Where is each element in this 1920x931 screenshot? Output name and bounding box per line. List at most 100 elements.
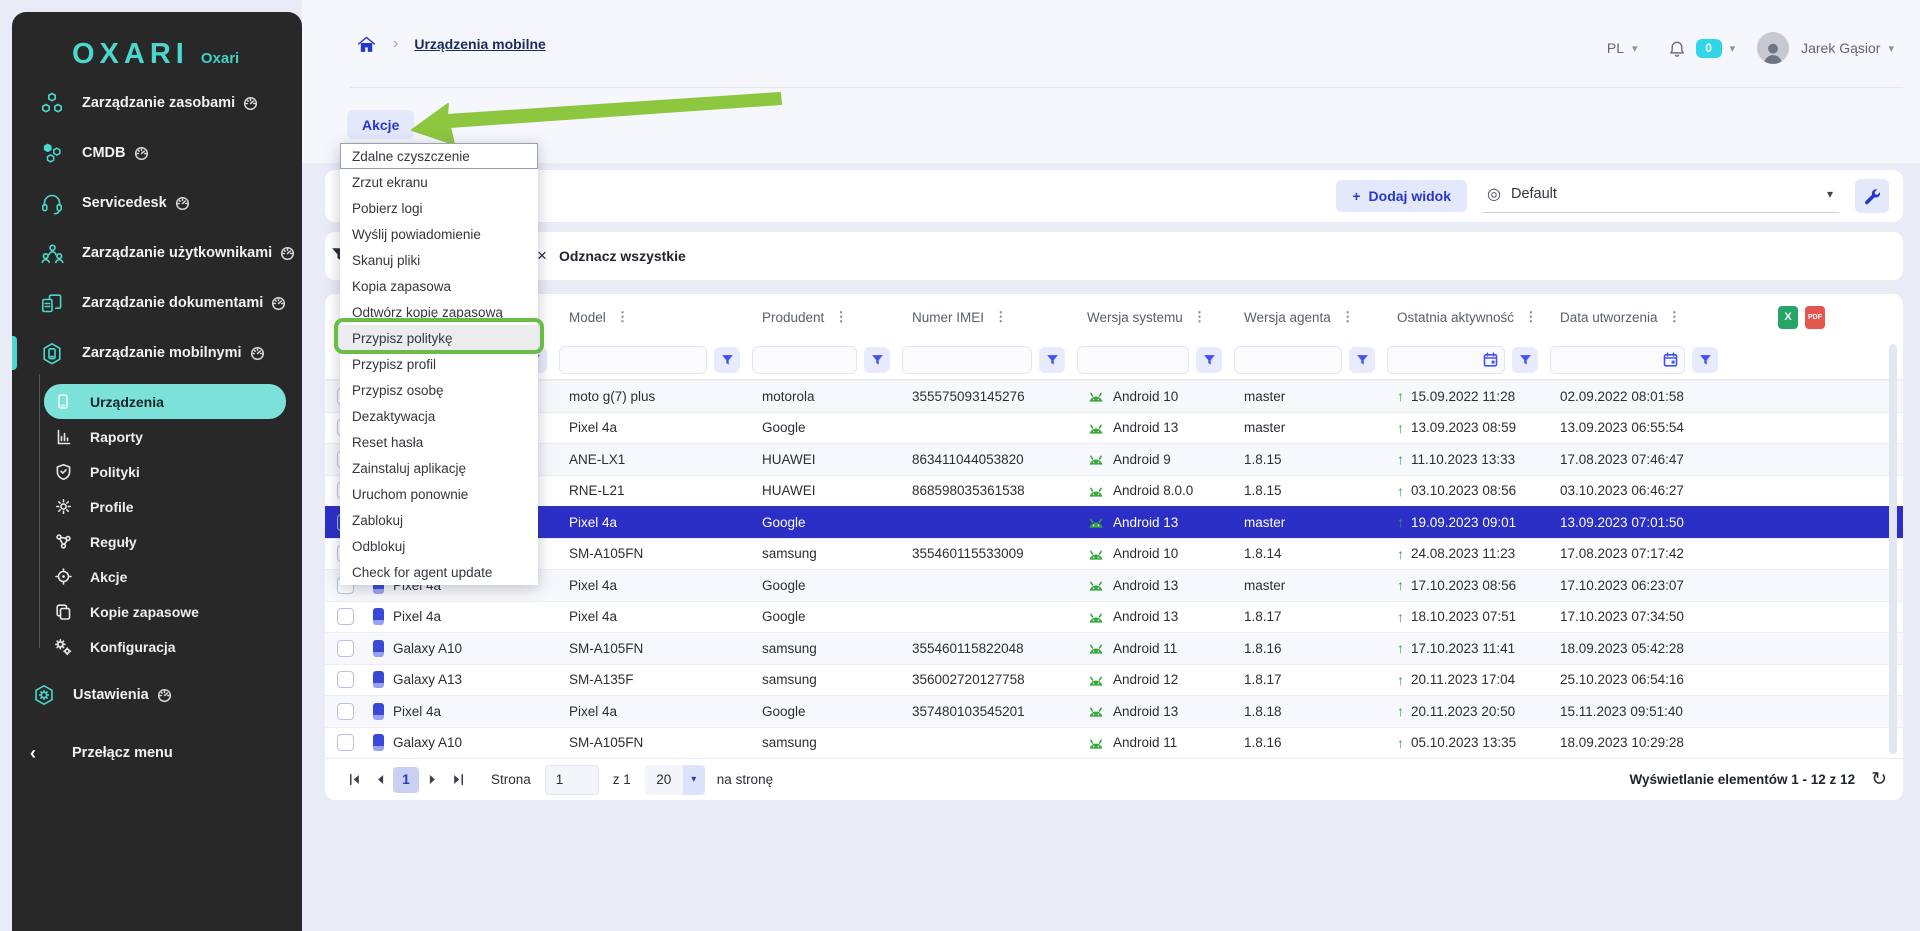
actions-button[interactable]: Akcje (347, 110, 414, 139)
user-name[interactable]: Jarek Gąsior (1801, 40, 1880, 56)
filter-funnel-button-created[interactable] (1692, 347, 1718, 373)
sidebar-subitem-urz-dzenia[interactable]: Urządzenia (44, 384, 286, 419)
refresh-icon[interactable]: ↻ (1871, 768, 1887, 791)
filter-input-agent[interactable] (1235, 347, 1341, 373)
device-row[interactable]: Pixel 4aGoogleAndroid 13master↑13.09.202… (325, 412, 1903, 444)
per-page-select[interactable]: 20 ▾ (645, 765, 705, 795)
menu-item-zainstaluj-aplikacj-[interactable]: Zainstaluj aplikację (340, 455, 538, 481)
filter-funnel-button-model[interactable] (714, 347, 740, 373)
sidebar-item-cmdb[interactable]: CMDB (12, 128, 302, 178)
sidebar-subitem-akcje[interactable]: Akcje (44, 559, 286, 594)
menu-item-odblokuj[interactable]: Odblokuj (340, 533, 538, 559)
row-checkbox[interactable] (337, 640, 354, 657)
device-row[interactable]: ANE-LX1HUAWEI863411044053820Android 91.8… (325, 443, 1903, 475)
sidebar-subitem-profile[interactable]: Profile (44, 489, 286, 524)
notifications-badge[interactable]: 0 (1696, 39, 1722, 58)
filter-input-vendor[interactable] (753, 347, 856, 373)
column-menu-icon[interactable]: ⋮ (1524, 309, 1539, 325)
current-page-button[interactable]: 1 (393, 767, 419, 793)
menu-item-zrzut-ekranu[interactable]: Zrzut ekranu (340, 169, 538, 195)
sidebar-item-zarz-dzanie-u-ytkownikami[interactable]: Zarządzanie użytkownikami (12, 228, 302, 278)
first-page-button[interactable] (341, 767, 367, 793)
menu-item-zdalne-czyszczenie[interactable]: Zdalne czyszczenie (340, 143, 538, 169)
last-activity: 11.10.2023 13:33 (1411, 452, 1515, 467)
menu-item-uruchom-ponownie[interactable]: Uruchom ponownie (340, 481, 538, 507)
view-select[interactable]: ◎ Default ▾ (1483, 179, 1839, 213)
sidebar-item-zarz-dzanie-mobilnymi[interactable]: Zarządzanie mobilnymi (12, 328, 302, 378)
filter-input-model[interactable] (560, 347, 706, 373)
device-row[interactable]: moto g(7) plusmotorola355575093145276And… (325, 380, 1903, 412)
column-menu-icon[interactable]: ⋮ (994, 309, 1009, 325)
sidebar-item-zarz-dzanie-dokumentami[interactable]: Zarządzanie dokumentami (12, 278, 302, 328)
sidebar-subitem-regu-y[interactable]: Reguły (44, 524, 286, 559)
menu-item-przypisz-profil[interactable]: Przypisz profil (340, 351, 538, 377)
filter-input-os[interactable] (1078, 347, 1188, 373)
filter-funnel-button-imei[interactable] (1039, 347, 1065, 373)
export-excel-icon[interactable]: X (1778, 306, 1798, 329)
language-selector[interactable]: PL (1607, 40, 1624, 56)
device-row[interactable]: Pixel 4aPixel 4aGoogleAndroid 131.8.17↑1… (325, 601, 1903, 633)
breadcrumb-link[interactable]: Urządzenia mobilne (414, 36, 545, 52)
sidebar-item-zarz-dzanie-zasobami[interactable]: Zarządzanie zasobami (12, 78, 302, 128)
add-view-button[interactable]: + Dodaj widok (1336, 180, 1467, 212)
sidebar-subitem-raporty[interactable]: Raporty (44, 419, 286, 454)
row-checkbox[interactable] (337, 671, 354, 688)
device-row[interactable]: Galaxy A13SM-A135Fsamsung356002720127758… (325, 664, 1903, 696)
column-menu-icon[interactable]: ⋮ (1341, 309, 1356, 325)
cell-imei: 356002720127758 (900, 672, 1075, 687)
menu-item-check-for-agent-update[interactable]: Check for agent update (340, 559, 538, 585)
chevron-down-icon[interactable]: ▾ (1888, 42, 1894, 55)
device-row[interactable]: RNE-L21HUAWEI868598035361538Android 8.0.… (325, 475, 1903, 507)
device-row[interactable]: Pixel 4aPixel 4aGoogle357480103545201And… (325, 695, 1903, 727)
menu-item-zablokuj[interactable]: Zablokuj (340, 507, 538, 533)
up-arrow-icon: ↑ (1397, 640, 1404, 656)
device-row[interactable]: Galaxy A10SM-A105FNsamsungAndroid 111.8.… (325, 727, 1903, 759)
row-checkbox[interactable] (337, 734, 354, 751)
menu-item-przypisz-polityk-[interactable]: Przypisz politykę (340, 325, 538, 351)
documents-icon (39, 292, 65, 314)
bell-icon[interactable] (1666, 39, 1688, 58)
export-pdf-icon[interactable]: PDF (1805, 306, 1825, 329)
filter-cell-vendor (750, 346, 900, 374)
filter-funnel-button-vendor[interactable] (864, 347, 890, 373)
menu-item-dezaktywacja[interactable]: Dezaktywacja (340, 403, 538, 429)
avatar[interactable] (1757, 32, 1789, 64)
menu-item-skanuj-pliki[interactable]: Skanuj pliki (340, 247, 538, 273)
filter-funnel-button-last[interactable] (1512, 347, 1538, 373)
menu-item-reset-has-a[interactable]: Reset hasła (340, 429, 538, 455)
view-settings-button[interactable] (1855, 179, 1889, 213)
previous-page-button[interactable] (367, 767, 393, 793)
last-page-button[interactable] (445, 767, 471, 793)
row-checkbox[interactable] (337, 608, 354, 625)
device-row[interactable]: SM-A105FNsamsung355460115533009Android 1… (325, 538, 1903, 570)
sidebar-item-ustawienia[interactable]: Ustawienia (12, 670, 302, 720)
sidebar-subitem-konfiguracja[interactable]: Konfiguracja (44, 629, 286, 664)
menu-item-pobierz-logi[interactable]: Pobierz logi (340, 195, 538, 221)
filter-input-imei[interactable] (903, 347, 1031, 373)
column-menu-icon[interactable]: ⋮ (1193, 309, 1208, 325)
device-row[interactable]: ✓Pixel 4aGoogleAndroid 13master↑19.09.20… (325, 506, 1903, 538)
chevron-down-icon[interactable]: ▾ (1730, 42, 1736, 55)
column-menu-icon[interactable]: ⋮ (616, 309, 631, 325)
menu-item-wy-lij-powiadomienie[interactable]: Wyślij powiadomienie (340, 221, 538, 247)
deselect-all-button[interactable]: × Odznacz wszystkie (537, 246, 686, 266)
next-page-button[interactable] (419, 767, 445, 793)
menu-item-kopia-zapasowa[interactable]: Kopia zapasowa (340, 273, 538, 299)
menu-item-przypisz-osob-[interactable]: Przypisz osobę (340, 377, 538, 403)
row-checkbox[interactable] (337, 703, 354, 720)
sidebar-collapse-toggle[interactable]: ‹ Przełącz menu (12, 735, 302, 771)
sidebar-subitem-polityki[interactable]: Polityki (44, 454, 286, 489)
menu-item-odtw-rz-kopi-zapasow-[interactable]: Odtwórz kopię zapasową (340, 299, 538, 325)
filter-funnel-button-os[interactable] (1196, 347, 1222, 373)
page-number-input[interactable] (545, 765, 599, 795)
header-cell-1: Produdent⋮ (750, 309, 900, 325)
home-icon[interactable] (356, 34, 377, 54)
column-menu-icon[interactable]: ⋮ (1668, 309, 1683, 325)
device-row[interactable]: Pixel 4aPixel 4aGoogleAndroid 13master↑1… (325, 569, 1903, 601)
sidebar-subitem-kopie-zapasowe[interactable]: Kopie zapasowe (44, 594, 286, 629)
filter-funnel-button-agent[interactable] (1349, 347, 1375, 373)
sidebar-item-servicedesk[interactable]: Servicedesk (12, 178, 302, 228)
device-row[interactable]: Galaxy A10SM-A105FNsamsung35546011582204… (325, 632, 1903, 664)
table-scrollbar[interactable] (1889, 344, 1897, 754)
column-menu-icon[interactable]: ⋮ (834, 309, 849, 325)
